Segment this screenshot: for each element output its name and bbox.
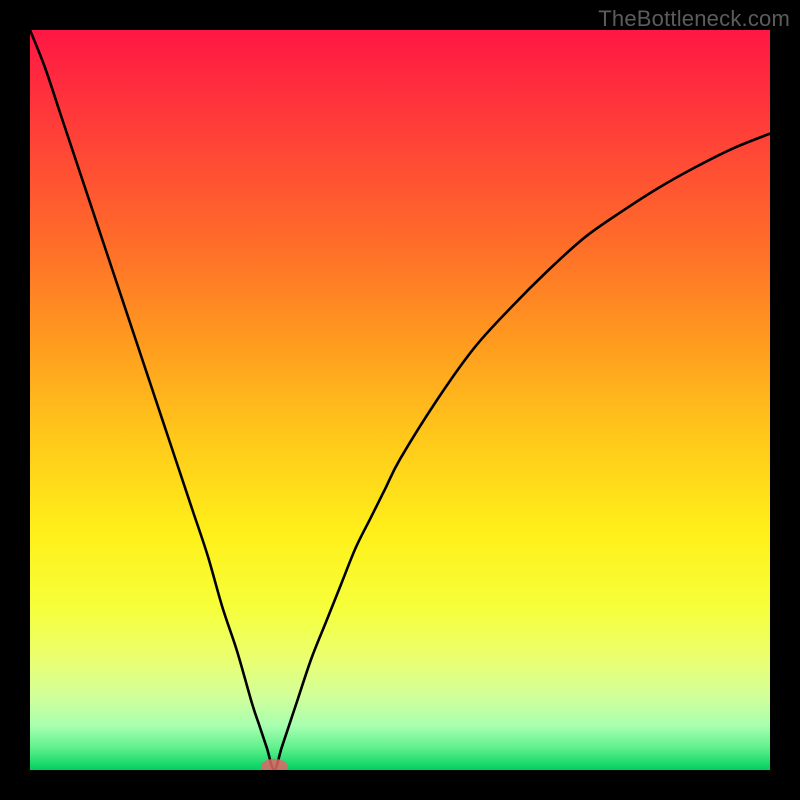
watermark-text: TheBottleneck.com [598,6,790,32]
gradient-background [30,30,770,770]
bottleneck-chart [30,30,770,770]
chart-area [30,30,770,770]
